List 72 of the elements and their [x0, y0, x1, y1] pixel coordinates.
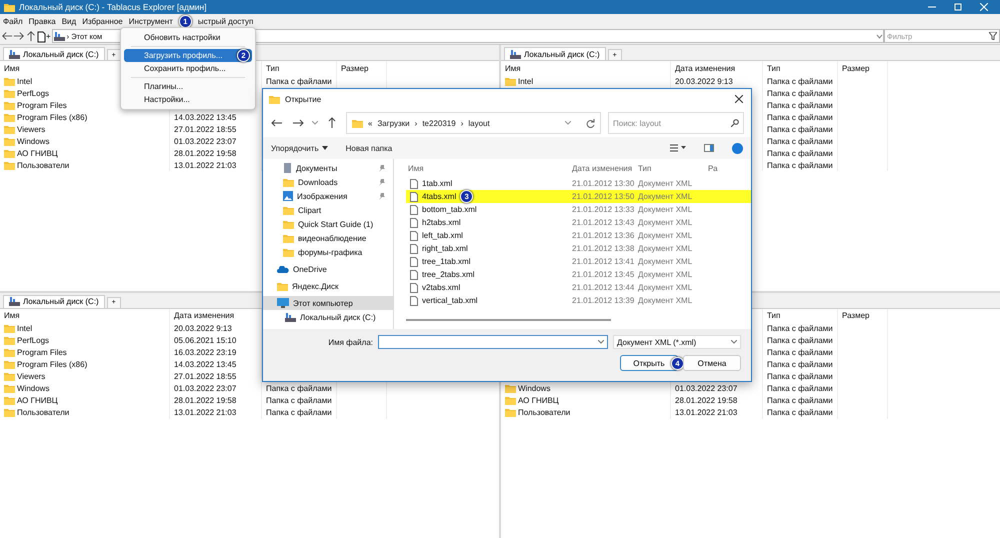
table-cell-text: 21.01.2012 13:38: [571, 244, 636, 253]
table-cell: 20.03.2022 9:13: [675, 76, 733, 86]
table-cell-text: 21.01.2012 13:43: [571, 218, 636, 227]
field-label: Имя файла:: [328, 338, 373, 346]
table-cell-text: Документ XML: [637, 296, 694, 305]
window-title: Локальный диск (C:) - Tablacus Explorer [админ]: [19, 2, 208, 12]
table-cell-text: 21.01.2012 13:44: [571, 283, 636, 292]
file-name: tree_1tab.xml: [422, 257, 470, 266]
table-cell-text: Документ XML: [637, 270, 694, 279]
table-cell-text: Документ XML: [637, 218, 694, 227]
table-cell: Папка с файлами: [767, 396, 833, 405]
table-cell: Папка с файлами: [767, 336, 833, 345]
table-cell-text: 21.01.2012 13:33: [571, 205, 636, 214]
table-cell-text: 21.01.2012 13:30: [571, 179, 636, 188]
table-cell: Папка с файлами: [266, 384, 332, 393]
table-cell: Папка с файлами: [767, 148, 833, 158]
table-cell: Папка с файлами: [767, 136, 833, 146]
table-cell-text: Документ XML: [637, 192, 694, 201]
table-cell: Папка с файлами: [767, 384, 833, 393]
table-cell-text: 21.01.2012 13:41: [571, 257, 636, 266]
table-cell: Папка с файлами: [266, 408, 332, 417]
table-cell: Папка с файлами: [266, 76, 332, 86]
table-cell: 13.01.2022 21:03: [174, 408, 236, 417]
table-cell-text: Документ XML: [637, 179, 694, 188]
file-name: right_tab.xml: [422, 244, 468, 253]
file-name: tree_2tabs.xml: [422, 270, 474, 279]
file-name: 4tabs.xml: [422, 192, 456, 201]
table-cell-text: 21.01.2012 13:50: [571, 192, 636, 201]
file-name: left_tab.xml: [422, 231, 463, 240]
table-cell: Папка с файлами: [767, 348, 833, 357]
table-cell: 27.01.2022 18:55: [174, 372, 236, 381]
path-separator: ›: [414, 118, 418, 128]
table-cell: 14.03.2022 13:45: [174, 360, 236, 369]
table-cell: 16.03.2022 23:19: [174, 348, 236, 357]
table-cell: 27.01.2022 18:55: [174, 124, 236, 134]
table-cell: 20.03.2022 9:13: [174, 324, 232, 333]
table-cell: 28.01.2022 19:58: [174, 396, 236, 405]
table-cell: Папка с файлами: [767, 160, 833, 170]
table-cell: Папка с файлами: [767, 88, 833, 98]
table-cell-text: Документ XML: [637, 231, 694, 240]
table-cell: 28.01.2022 19:58: [174, 148, 236, 158]
table-cell: Папка с файлами: [266, 396, 332, 405]
path-separator: ›: [460, 118, 464, 128]
table-cell: 01.03.2022 23:07: [675, 384, 738, 393]
table-cell-text: Документ XML: [637, 283, 694, 292]
file-name: bottom_tab.xml: [422, 205, 477, 214]
table-cell-text: Документ XML: [637, 205, 694, 214]
table-cell: 14.03.2022 13:45: [174, 112, 236, 122]
file-name: v2tabs.xml: [422, 283, 460, 292]
dialog-title: Открытие: [285, 94, 322, 104]
table-cell-text: 21.01.2012 13:36: [571, 231, 636, 240]
table-cell: Папка с файлами: [767, 100, 833, 110]
table-cell: 13.01.2022 21:03: [174, 160, 236, 170]
table-cell: 05.06.2021 15:10: [174, 336, 236, 345]
table-cell-text: 21.01.2012 13:45: [571, 270, 636, 279]
table-cell: Папка с файлами: [767, 372, 833, 381]
table-cell: Папка с файлами: [767, 324, 833, 333]
table-cell: Папка с файлами: [767, 76, 833, 86]
table-cell: 01.03.2022 23:07: [174, 136, 236, 146]
file-name: 1tab.xml: [422, 179, 452, 188]
table-cell: 13.01.2022 21:03: [675, 408, 738, 417]
table-cell: 28.01.2022 19:58: [675, 396, 738, 405]
table-cell: Папка с файлами: [767, 124, 833, 134]
table-cell: 01.03.2022 23:07: [174, 384, 236, 393]
table-cell-text: 21.01.2012 13:39: [571, 296, 636, 305]
table-cell: Папка с файлами: [767, 408, 833, 417]
table-cell-text: Документ XML: [637, 244, 694, 253]
file-name: h2tabs.xml: [422, 218, 461, 227]
file-name: vertical_tab.xml: [422, 296, 478, 305]
table-cell-text: Документ XML: [637, 257, 694, 266]
table-cell: Папка с файлами: [767, 112, 833, 122]
table-cell: Папка с файлами: [767, 360, 833, 369]
